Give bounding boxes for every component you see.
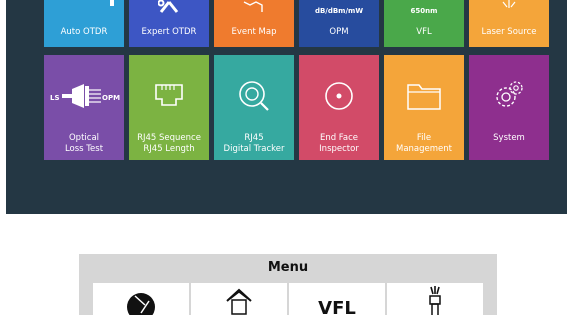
tile-label: Expert OTDR xyxy=(141,26,197,37)
tile-label: RJ45 Sequence RJ45 Length xyxy=(129,133,209,154)
inspector-icon xyxy=(325,82,353,110)
tile-opm[interactable]: dB/dBm/mW OPM xyxy=(299,0,379,47)
vfl-wavelength: 650nm xyxy=(410,7,438,15)
tile-laser-source[interactable]: Laser Source xyxy=(469,0,549,47)
tile-event-map[interactable]: Event Map xyxy=(214,0,294,47)
tile-system[interactable]: System xyxy=(469,55,549,160)
tile-rj45-tracker[interactable]: RJ45 Digital Tracker xyxy=(214,55,294,160)
tile-rj45-sequence[interactable]: RJ45 Sequence RJ45 Length xyxy=(129,55,209,160)
ls-tag: LS xyxy=(50,94,60,102)
tile-label-line2: RJ45 Length xyxy=(143,143,195,154)
app-launcher-panel: Auto OTDR Expert OTDR Event Map dB/dBm/m… xyxy=(6,0,567,214)
otdr-icon xyxy=(110,0,114,6)
vfl-label: VFL xyxy=(318,298,356,315)
tile-label-line1: RJ45 Sequence xyxy=(137,133,201,143)
tile-label: End Face Inspector xyxy=(299,133,379,154)
tile-label: VFL xyxy=(416,26,432,37)
tile-label: Event Map xyxy=(231,26,277,37)
tile-label-line2: Management xyxy=(396,143,452,154)
opm-units: dB/dBm/mW xyxy=(314,7,364,15)
tile-label: Optical Loss Test xyxy=(44,133,124,154)
tile-label-line1: Optical xyxy=(68,133,100,143)
menu-title: Menu xyxy=(267,260,309,275)
tile-vfl[interactable]: 650nm VFL xyxy=(384,0,464,47)
tile-end-face-inspector[interactable]: End Face Inspector xyxy=(299,55,379,160)
opm-tag: OPM xyxy=(102,94,120,102)
loss-test-icon: LS OPM xyxy=(50,84,120,108)
gear-icon xyxy=(496,81,523,107)
tile-label-line2: Loss Test xyxy=(64,143,104,154)
tile-label-line2: Inspector xyxy=(319,143,359,154)
tile-label: Laser Source xyxy=(481,26,537,37)
tile-optical-loss-test[interactable]: LS OPM Optical Loss Test xyxy=(44,55,124,160)
tile-file-management[interactable]: File Management xyxy=(384,55,464,160)
menu-item-home[interactable] xyxy=(191,283,287,315)
tile-label: RJ45 Digital Tracker xyxy=(214,133,294,154)
menu-panel: Menu VFL xyxy=(79,254,497,315)
tile-expert-otdr[interactable]: Expert OTDR xyxy=(129,0,209,47)
aperture-icon xyxy=(127,293,155,315)
tile-label-line1: File xyxy=(416,133,432,143)
light-source-icon xyxy=(429,286,441,315)
tile-label-line1: End Face xyxy=(319,133,359,143)
tile-label: OPM xyxy=(329,26,349,37)
tools-icon xyxy=(158,0,179,13)
tile-label-line2: Digital Tracker xyxy=(223,143,285,154)
folder-icon xyxy=(407,84,441,110)
tile-label: System xyxy=(493,133,525,143)
rj45-port-icon xyxy=(155,84,183,106)
tracker-icon xyxy=(239,81,269,111)
menu-item-light-source[interactable] xyxy=(387,283,483,315)
tile-auto-otdr[interactable]: Auto OTDR xyxy=(44,0,124,47)
home-icon xyxy=(226,288,252,315)
map-icon xyxy=(243,1,263,12)
tile-label-line1: RJ45 xyxy=(244,133,264,143)
tile-label: File Management xyxy=(384,133,464,154)
menu-item-vfl[interactable]: VFL xyxy=(289,283,385,315)
menu-item-aperture[interactable] xyxy=(93,283,189,315)
light-source-icon xyxy=(502,0,516,8)
tile-label: Auto OTDR xyxy=(60,26,108,37)
